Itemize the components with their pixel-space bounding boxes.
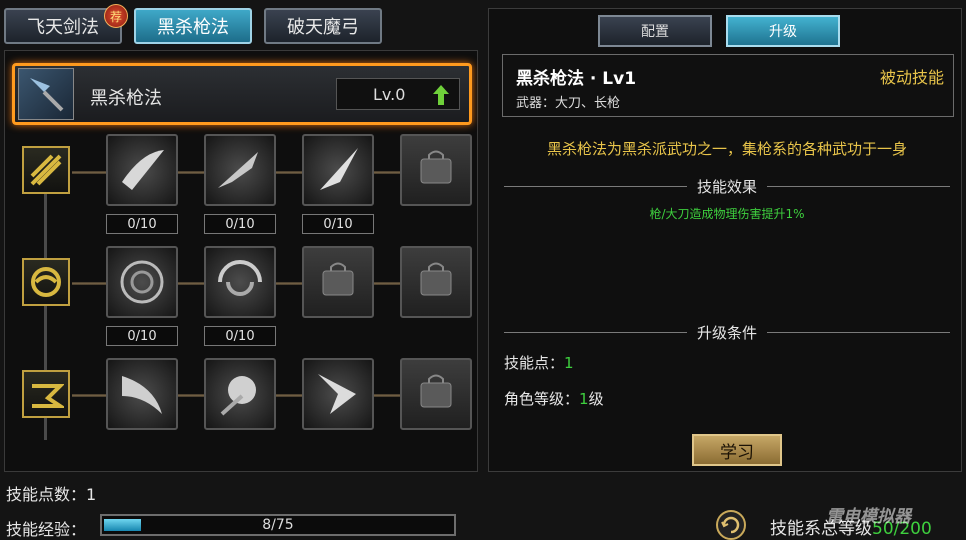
tab-label: 飞天剑法 [27,17,99,38]
tab-label: 黑杀枪法 [157,17,229,38]
tab-label: 破天魔弓 [287,17,359,38]
branch-icon-2[interactable] [22,258,70,306]
locked-skill-slot[interactable] [400,246,472,318]
selected-skill-name: 黑杀枪法 [90,88,162,109]
refresh-icon[interactable] [716,510,746,540]
locked-skill-slot[interactable] [302,246,374,318]
skill-points-label: 技能点数： [6,485,87,504]
tab-feitian[interactable]: 飞天剑法 荐 [4,4,128,44]
skill-slot[interactable] [302,134,374,206]
recommend-badge: 荐 [104,4,128,28]
skill-count: 0/10 [302,214,374,234]
tab-heisha[interactable]: 黑杀枪法 [134,8,252,44]
locked-skill-slot[interactable] [400,358,472,430]
branch-icon-1[interactable] [22,146,70,194]
condition-header: 升级条件 [504,322,951,343]
effect-header: 技能效果 [504,176,951,197]
upgrade-arrow-icon[interactable] [433,85,449,109]
skill-slot[interactable] [106,358,178,430]
effect-header-text: 技能效果 [697,178,758,196]
skill-count: 0/10 [106,214,178,234]
cond-level: 角色等级：1级 [504,388,604,409]
watermark-logo: 雷电模拟器 [826,507,911,527]
cond-level-value: 1 [579,390,589,408]
skill-exp-bar: 8/75 [100,514,456,536]
skill-slot[interactable] [302,358,374,430]
cond-level-unit: 级 [588,390,604,408]
skill-description: 黑杀枪法为黑杀派武功之一，集枪系的各种武功于一身 [546,140,907,158]
locked-skill-slot[interactable] [400,134,472,206]
tab-potian[interactable]: 破天魔弓 [264,8,382,44]
cond-level-label: 角色等级： [504,390,580,408]
skill-exp-text: 8/75 [262,517,294,533]
detail-title: 黑杀枪法 · Lv1 [516,69,637,89]
skill-slot[interactable] [106,134,178,206]
skill-points-value: 1 [86,485,97,504]
skill-slot[interactable] [204,358,276,430]
cond-points-label: 技能点： [504,354,565,372]
skill-slot[interactable] [106,246,178,318]
cond-points-value: 1 [564,354,574,372]
level-box: Lv.0 [336,78,460,110]
skill-slot[interactable] [204,134,276,206]
skill-exp-label: 技能经验： [6,520,87,539]
skill-points: 技能点数：1 [6,481,96,505]
level-text: Lv.0 [373,84,406,104]
cond-points: 技能点：1 [504,352,574,373]
effect-text: 枪/大刀造成物理伤害提升1% [649,207,805,221]
skill-type: 被动技能 [880,68,945,87]
tab-config[interactable]: 配置 [598,15,712,47]
condition-header-text: 升级条件 [697,324,758,342]
skill-slot[interactable] [204,246,276,318]
tab-upgrade[interactable]: 升级 [726,15,840,47]
weapon-req: 武器：大刀、长枪 [516,96,621,111]
skill-count: 0/10 [204,214,276,234]
skill-count: 0/10 [204,326,276,346]
branch-icon-3[interactable] [22,370,70,418]
skill-count: 0/10 [106,326,178,346]
learn-button[interactable]: 学习 [692,434,782,466]
spear-icon [18,68,74,120]
